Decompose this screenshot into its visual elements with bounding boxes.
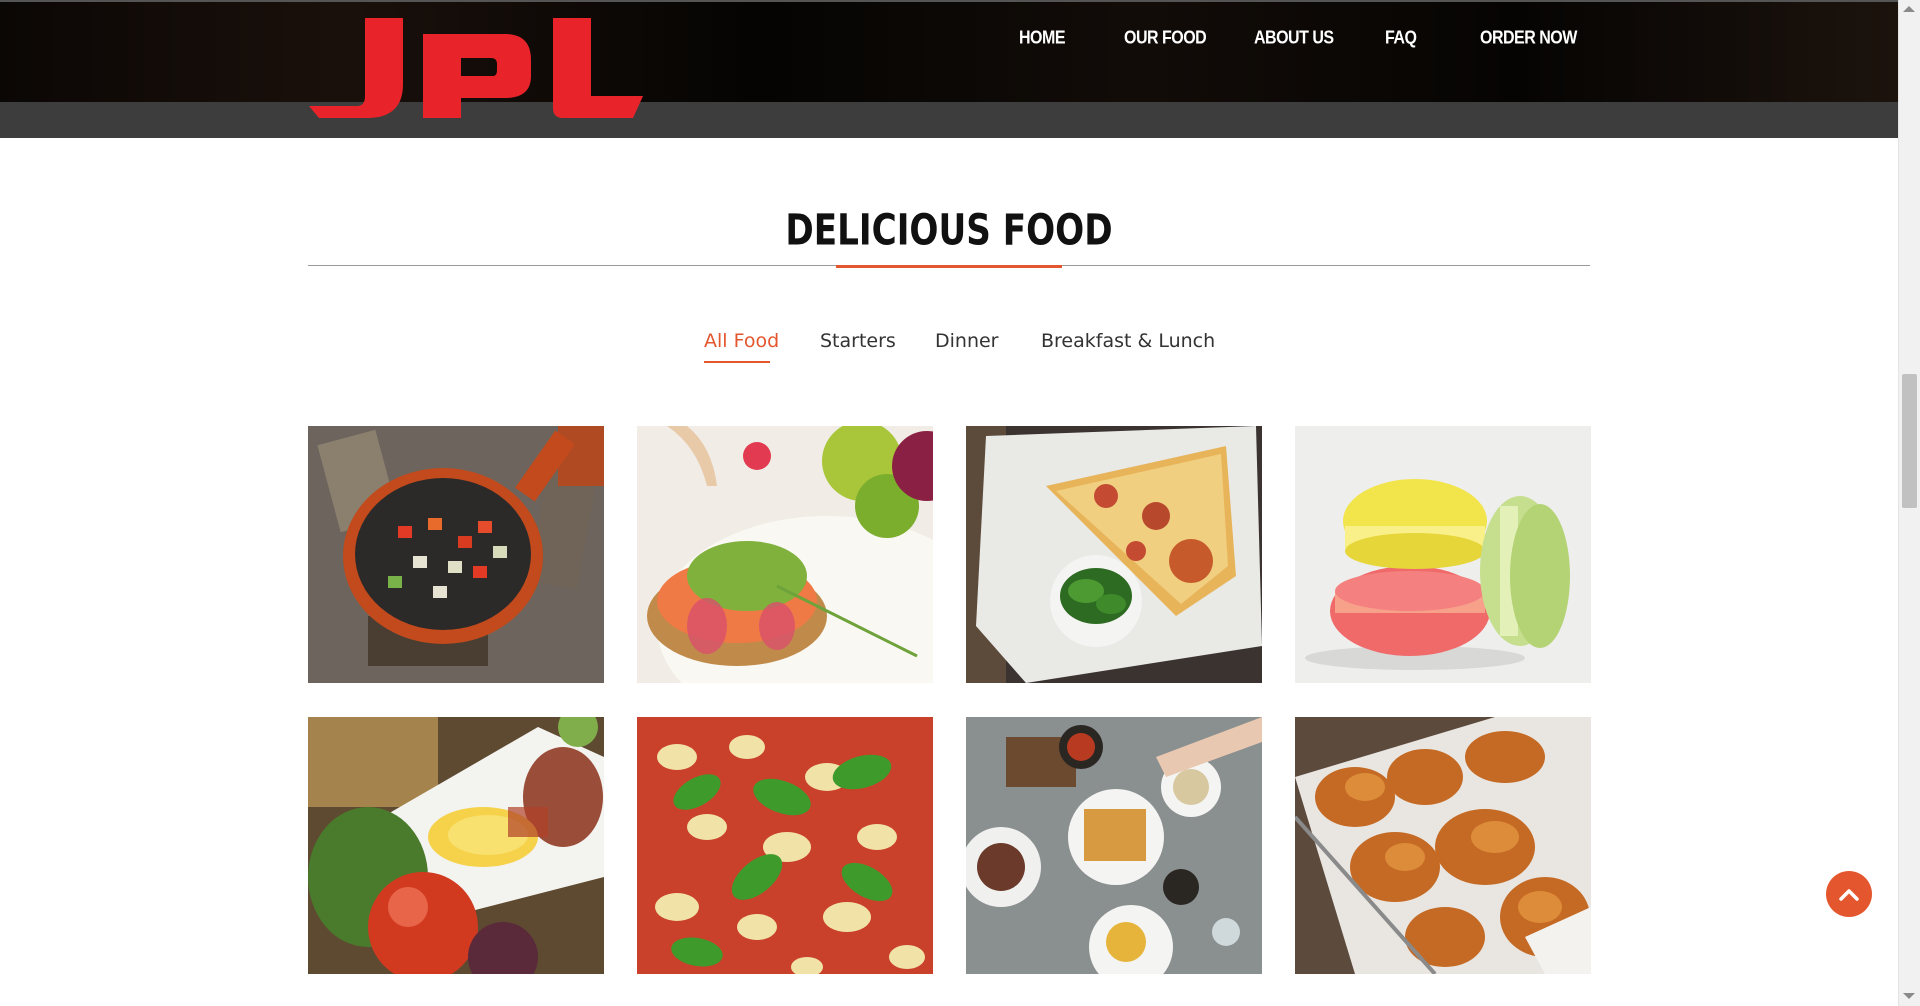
salmon-toast-photo	[637, 426, 933, 683]
gallery-item-pizza-slice[interactable]	[966, 426, 1262, 683]
gallery-item-fried-chicken[interactable]	[1295, 717, 1591, 974]
tab-breakfast-lunch[interactable]: Breakfast & Lunch	[1041, 330, 1215, 352]
scrollbar-thumb[interactable]	[1902, 374, 1917, 508]
tab-dinner[interactable]: Dinner	[935, 330, 999, 352]
brand-logo[interactable]	[305, 14, 650, 124]
pizza-basil-photo	[637, 717, 933, 974]
pizza-slice-photo	[966, 426, 1262, 683]
back-to-top-button[interactable]	[1826, 871, 1872, 917]
nav-our-food[interactable]: OUR FOOD	[1124, 29, 1207, 50]
scroll-up-arrow-icon[interactable]	[1903, 6, 1915, 12]
scroll-down-arrow-icon[interactable]	[1903, 993, 1915, 999]
header-strip	[0, 102, 1898, 138]
rice-plate-photo	[308, 717, 604, 974]
nav-about-us[interactable]: ABOUT US	[1254, 29, 1334, 50]
macarons-photo	[1295, 426, 1591, 683]
gallery-item-rice-plate[interactable]	[308, 717, 604, 974]
gallery-item-salmon-toast[interactable]	[637, 426, 933, 683]
active-tab-underline	[704, 361, 770, 363]
jpl-logo-icon	[309, 18, 643, 118]
breakfast-table-photo	[966, 717, 1262, 974]
gallery-item-skillet[interactable]	[308, 426, 604, 683]
tab-starters[interactable]: Starters	[820, 330, 896, 352]
section-title: DELICIOUS FOOD	[785, 205, 1113, 255]
gallery-item-breakfast-table[interactable]	[966, 717, 1262, 974]
title-accent-bar	[836, 265, 1062, 268]
gallery-item-macarons[interactable]	[1295, 426, 1591, 683]
chevron-up-icon	[1839, 889, 1859, 901]
nav-order-now[interactable]: ORDER NOW	[1480, 29, 1577, 50]
nav-faq[interactable]: FAQ	[1385, 29, 1417, 50]
tab-all-food[interactable]: All Food	[704, 330, 779, 352]
fried-chicken-photo	[1295, 717, 1591, 974]
skillet-photo	[308, 426, 604, 683]
site-header: HOME OUR FOOD ABOUT US FAQ ORDER NOW	[0, 2, 1898, 102]
gallery-item-pizza-basil[interactable]	[637, 717, 933, 974]
nav-home[interactable]: HOME	[1019, 29, 1066, 50]
